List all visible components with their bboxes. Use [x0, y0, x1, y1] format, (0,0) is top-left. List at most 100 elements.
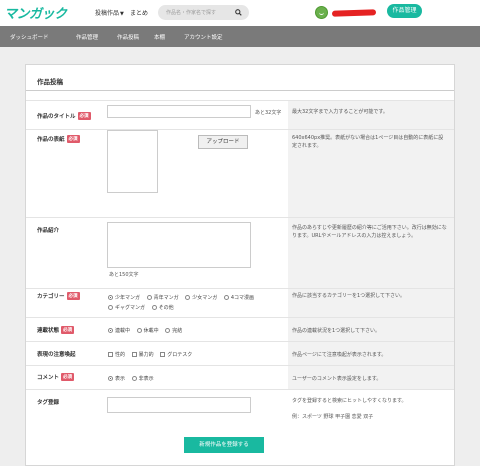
option-label: 性的 — [115, 352, 126, 358]
site-logo[interactable]: マンガック — [4, 3, 88, 22]
radio-icon — [185, 295, 191, 300]
category-option[interactable]: 青年マンガ — [146, 293, 179, 303]
row-title: 作品のタイトル 必須 あと32文字 最大32文字まで入力することが可能です。 — [26, 100, 454, 129]
subnav-manage[interactable]: 作品管理 — [76, 33, 98, 41]
required-badge: 必須 — [61, 373, 75, 381]
comment-options: 表示 非表示 — [108, 375, 159, 382]
title-help-text: 最大32文字まで入力することが可能です。 — [292, 109, 388, 115]
checkbox-icon — [160, 352, 166, 357]
intro-label: 作品紹介 — [37, 226, 59, 234]
logo-text: マンガック — [4, 7, 67, 22]
intro-textarea[interactable] — [107, 222, 251, 268]
subnav-post[interactable]: 作品投稿 — [117, 33, 139, 41]
status-label-text: 連載状態 — [37, 328, 60, 334]
warning-options: 性的 暴力的 グロテスク — [108, 351, 197, 358]
checkbox-icon — [108, 352, 113, 357]
radio-icon — [223, 295, 229, 300]
sub-navigation: ダッシュボード 作品管理 作品投稿 本棚 アカウント設定 — [0, 26, 480, 47]
search-input[interactable]: 作品名・作家名で探す — [158, 5, 249, 20]
subnav-bookshelf[interactable]: 本棚 — [154, 33, 165, 41]
status-option[interactable]: 連載中 — [108, 327, 130, 334]
title-help: 最大32文字まで入力することが可能です。 — [288, 101, 454, 129]
option-label: 少年マンガ — [115, 295, 141, 301]
row-tags: タグ登録 タグを登録すると検索にヒットしやすくなります。 例：スポーツ 野球 甲… — [26, 389, 454, 424]
category-option[interactable]: 少年マンガ — [108, 293, 140, 303]
status-option[interactable]: 休載中 — [136, 327, 159, 334]
tags-example-text: 例：スポーツ 野球 甲子園 恋愛 双子 — [292, 414, 374, 420]
option-label: 4コマ漫画 — [230, 295, 255, 301]
title-label: 作品のタイトル 必須 — [37, 112, 91, 120]
intro-help: 作品のあらすじや更新履歴の紹介等にご活用下さい。改行は無効になります。URLやメ… — [288, 218, 454, 288]
comment-help: ユーザーのコメント表示設定をします。 — [288, 366, 454, 389]
subnav-dashboard[interactable]: ダッシュボード — [10, 33, 49, 41]
status-help-text: 作品の連載状況を1つ選択して下さい。 — [292, 328, 381, 334]
row-intro: 作品紹介 あと150文字 作品のあらすじや更新履歴の紹介等にご活用下さい。改行は… — [26, 217, 454, 288]
category-help-text: 作品に該当するカテゴリーを1つ選択して下さい。 — [292, 293, 406, 299]
subnav-account-settings[interactable]: アカウント設定 — [184, 33, 223, 41]
category-option[interactable]: 少女マンガ — [185, 293, 217, 303]
category-option[interactable]: ギャグマンガ — [108, 303, 145, 313]
warning-label-text: 表現の注意喚起 — [37, 352, 76, 358]
warning-label: 表現の注意喚起 — [37, 350, 76, 358]
tags-label: タグ登録 — [37, 398, 59, 406]
cover-preview — [107, 130, 158, 193]
row-category: カテゴリー 必須 少年マンガ 青年マンガ 少女マンガ 4コマ漫画 ギャグマンガ そ… — [26, 288, 454, 317]
warning-option[interactable]: 暴力的 — [131, 351, 154, 358]
required-badge: 必須 — [77, 112, 91, 120]
comment-option[interactable]: 非表示 — [131, 375, 154, 382]
warning-help-text: 作品ページにて注意喚起が表示されます。 — [292, 352, 387, 358]
upload-button[interactable]: アップロード — [198, 135, 248, 149]
search-icon[interactable] — [235, 9, 242, 16]
category-option[interactable]: 4コマ漫画 — [223, 293, 255, 303]
user-avatar-icon[interactable] — [315, 6, 328, 19]
cover-help-text: 640x640px推奨。表紙がない場合は1ページ目は自動的に表紙に設定されます。 — [292, 135, 444, 149]
warning-option[interactable]: 性的 — [108, 351, 125, 358]
radio-icon — [136, 328, 142, 333]
category-label-text: カテゴリー — [37, 294, 65, 300]
option-label: その他 — [158, 305, 174, 311]
status-help: 作品の連載状況を1つ選択して下さい。 — [288, 318, 454, 341]
nav-summary-label: まとめ — [130, 10, 149, 17]
option-label: ギャグマンガ — [115, 305, 146, 311]
title-label-text: 作品のタイトル — [37, 114, 76, 120]
warning-option[interactable]: グロテスク — [160, 351, 192, 358]
tags-help-text: タグを登録すると検索にヒットしやすくなります。 — [292, 398, 407, 404]
nav-summary-link[interactable]: まとめ — [130, 8, 148, 17]
radio-icon — [131, 376, 137, 381]
required-badge: 必須 — [61, 326, 75, 334]
cover-help: 640x640px推奨。表紙がない場合は1ページ目は自動的に表紙に設定されます。 — [288, 130, 454, 217]
title-input[interactable] — [107, 105, 251, 118]
checkbox-icon — [131, 352, 137, 357]
radio-icon — [151, 305, 157, 310]
page-title: 作品投稿 — [37, 78, 63, 86]
tags-input[interactable] — [107, 397, 251, 413]
category-options: 少年マンガ 青年マンガ 少女マンガ 4コマ漫画 ギャグマンガ その他 — [108, 293, 278, 313]
option-label: 完結 — [172, 328, 183, 334]
radio-icon — [165, 328, 171, 333]
intro-counter: あと150文字 — [109, 272, 139, 278]
comment-label: コメント 必須 — [37, 373, 75, 381]
radio-selected-icon — [108, 295, 113, 300]
post-form-panel: 作品投稿 作品のタイトル 必須 あと32文字 最大32文字まで入力することが可能で… — [25, 64, 455, 466]
cover-label: 作品の表紙 必須 — [37, 135, 80, 143]
status-label: 連載状態 必須 — [37, 326, 75, 334]
comment-help-text: ユーザーのコメント表示設定をします。 — [292, 376, 382, 382]
manage-works-button[interactable]: 作品管理 — [387, 4, 422, 18]
option-label: 休載中 — [143, 328, 159, 334]
radio-selected-icon — [108, 376, 113, 381]
category-help: 作品に該当するカテゴリーを1つ選択して下さい。 — [288, 289, 454, 317]
intro-help-text: 作品のあらすじや更新履歴の紹介等にご活用下さい。改行は無効になります。URLやメ… — [292, 225, 447, 239]
category-option[interactable]: その他 — [151, 303, 174, 313]
row-warning: 表現の注意喚起 性的 暴力的 グロテスク 作品ページにて注意喚起が表示されます。 — [26, 341, 454, 365]
cover-label-text: 作品の表紙 — [37, 137, 65, 143]
row-comment: コメント 必須 表示 非表示 ユーザーのコメント表示設定をします。 — [26, 365, 454, 389]
tags-help: タグを登録すると検索にヒットしやすくなります。 例：スポーツ 野球 甲子園 恋愛… — [288, 390, 454, 424]
username-redacted — [331, 9, 377, 17]
comment-option[interactable]: 表示 — [108, 375, 125, 382]
radio-icon — [146, 295, 152, 300]
register-work-button[interactable]: 新規作品を登録する — [184, 437, 264, 453]
nav-works-menu[interactable]: 投稿作品▼ — [95, 8, 124, 17]
option-label: 連載中 — [115, 328, 131, 334]
row-status: 連載状態 必須 連載中 休載中 完結 作品の連載状況を1つ選択して下さい。 — [26, 317, 454, 341]
status-option[interactable]: 完結 — [165, 327, 182, 334]
